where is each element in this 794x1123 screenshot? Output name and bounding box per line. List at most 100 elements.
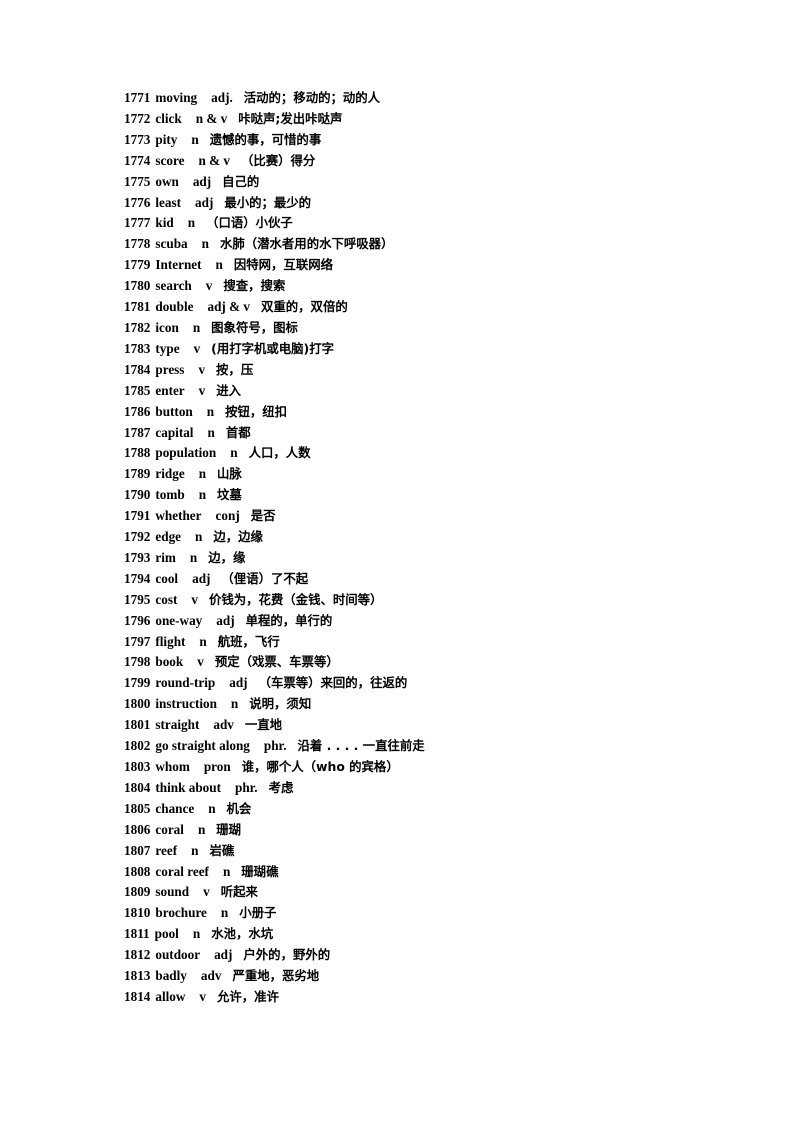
vocabulary-entry: 1809 sound v 听起来 [124, 882, 744, 903]
entry-term: reef [155, 842, 178, 858]
entry-definition: 严重地，恶劣地 [232, 968, 320, 984]
entry-term: enter [155, 382, 185, 398]
vocabulary-entry: 1799 round-trip adj （车票等）来回的，往返的 [124, 673, 744, 694]
entry-part-of-speech: n [222, 863, 231, 879]
entry-term: outdoor [155, 947, 201, 963]
entry-term: Internet [155, 257, 202, 273]
entry-number: 1808 [124, 863, 151, 879]
vocabulary-entry: 1778 scuba n 水肺（潜水者用的水下呼吸器） [124, 234, 744, 255]
entry-definition: 咔哒声;发出咔哒声 [238, 110, 343, 126]
vocabulary-entry: 1805 chance n 机会 [124, 799, 744, 820]
vocabulary-entry: 1774 score n & v （比赛）得分 [124, 151, 744, 172]
entry-number: 1796 [124, 612, 151, 628]
entry-part-of-speech: phr. [234, 779, 258, 795]
entry-number: 1801 [124, 717, 151, 733]
entry-definition: 人口，人数 [248, 445, 311, 461]
entry-term: pool [154, 926, 179, 942]
entry-part-of-speech: n [206, 403, 215, 419]
entry-definition: （俚语）了不起 [221, 570, 309, 586]
vocabulary-entry: 1802 go straight along phr. 沿着 . . . . 一直往前… [124, 736, 744, 757]
entry-term: cool [155, 570, 179, 586]
entry-term: chance [155, 800, 195, 816]
vocabulary-entry: 1781 double adj & v 双重的，双倍的 [124, 297, 744, 318]
vocabulary-entry: 1780 search v 搜查，搜索 [124, 276, 744, 297]
vocabulary-entry: 1800 instruction n 说明，须知 [124, 694, 744, 715]
vocabulary-entry: 1790 tomb n 坟墓 [124, 485, 744, 506]
entry-part-of-speech: adj [192, 570, 211, 586]
entry-term: moving [155, 90, 198, 105]
entry-number: 1781 [124, 299, 151, 315]
entry-term: tomb [155, 487, 185, 503]
entry-part-of-speech: n [208, 800, 216, 816]
entry-term: rim [155, 549, 176, 565]
entry-number: 1777 [124, 215, 151, 231]
entry-definition: 小册子 [239, 905, 277, 921]
entry-number: 1805 [124, 800, 151, 816]
entry-term: think about [155, 779, 221, 795]
entry-number: 1793 [124, 549, 151, 565]
entry-number: 1813 [124, 968, 151, 984]
entry-part-of-speech: n [192, 926, 201, 942]
entry-term: whom [155, 759, 190, 774]
vocabulary-entry: 1784 press v 按，压 [124, 360, 744, 381]
entry-number: 1797 [124, 633, 151, 649]
entry-part-of-speech: n [207, 424, 215, 440]
vocabulary-entry: 1801 straight adv 一直地 [124, 715, 744, 736]
entry-definition: 沿着 . . . . 一直往前走 [297, 738, 425, 754]
entry-term: sound [155, 884, 190, 900]
entry-definition: 听起来 [220, 884, 258, 900]
entry-part-of-speech: v [203, 884, 210, 900]
entry-definition: （比赛）得分 [240, 152, 316, 168]
entry-definition: （车票等）来回的，往返的 [258, 675, 408, 691]
entry-part-of-speech: n [201, 236, 209, 252]
entry-part-of-speech: n [198, 487, 207, 503]
entry-definition: 岩礁 [209, 842, 235, 858]
entry-definition: 是否 [250, 508, 276, 524]
entry-term: badly [155, 968, 187, 984]
entry-definition: 山脉 [217, 466, 242, 482]
entry-number: 1773 [124, 131, 151, 147]
entry-number: 1778 [124, 236, 151, 252]
vocabulary-entry: 1776 least adj 最小的；最少的 [124, 193, 744, 214]
entry-number: 1807 [124, 842, 151, 858]
entry-definition: 说明，须知 [249, 696, 312, 712]
entry-term: straight [155, 717, 200, 733]
vocabulary-entry: 1783 type v (用打字机或电脑)打字 [124, 339, 744, 360]
entry-number: 1795 [124, 591, 151, 607]
vocabulary-list: 1771 moving adj. 活动的；移动的；动的人 1772 click n & v 咔… [124, 88, 744, 1008]
vocabulary-entry: 1788 population n 人口，人数 [124, 443, 744, 464]
entry-number: 1776 [124, 194, 151, 210]
entry-definition: 边，缘 [208, 549, 246, 565]
entry-definition: 按钮，纽扣 [225, 403, 288, 419]
entry-term: kid [155, 215, 174, 231]
entry-term: flight [155, 633, 186, 649]
vocabulary-entry: 1812 outdoor adj 户外的，野外的 [124, 945, 744, 966]
entry-part-of-speech: n [187, 215, 196, 231]
vocabulary-entry: 1791 whether conj 是否 [124, 506, 744, 527]
entry-definition: 水池，水坑 [211, 926, 274, 942]
entry-part-of-speech: adv [200, 968, 222, 984]
entry-number: 1779 [124, 257, 151, 273]
entry-part-of-speech: adj [192, 173, 212, 189]
entry-part-of-speech: n [230, 696, 239, 712]
entry-number: 1812 [124, 947, 151, 963]
entry-part-of-speech: phr. [263, 738, 287, 754]
entry-definition: 图象符号，图标 [211, 319, 298, 335]
entry-number: 1787 [124, 424, 151, 440]
entry-part-of-speech: n [199, 633, 207, 649]
entry-term: scuba [155, 236, 188, 252]
entry-part-of-speech: adj. [211, 90, 233, 105]
vocabulary-entry: 1785 enter v 进入 [124, 381, 744, 402]
entry-term: type [155, 340, 180, 356]
entry-number: 1786 [124, 403, 151, 419]
entry-definition: 水肺（潜水者用的水下呼吸器） [219, 236, 394, 252]
vocabulary-entry: 1782 icon n 图象符号，图标 [124, 318, 744, 339]
entry-definition: (用打字机或电脑)打字 [211, 340, 334, 356]
entry-term: press [155, 361, 185, 377]
vocabulary-entry: 1811 pool n 水池，水坑 [124, 924, 744, 945]
entry-part-of-speech: adj [195, 194, 214, 210]
entry-part-of-speech: v [198, 382, 206, 398]
entry-number: 1782 [124, 319, 151, 335]
entry-number: 1775 [124, 173, 151, 189]
entry-term: coral [155, 821, 184, 837]
